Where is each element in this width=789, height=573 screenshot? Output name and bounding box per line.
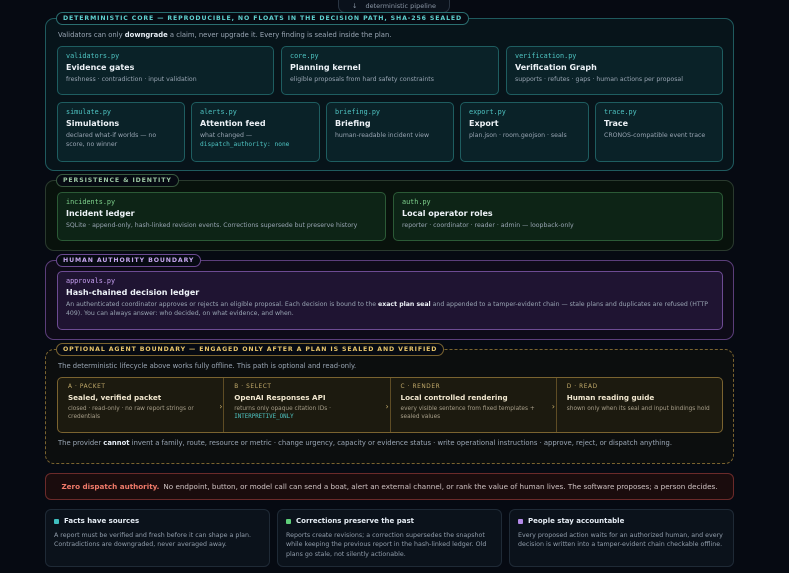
module-card-approvals: approvals.py Hash-chained decision ledge… — [57, 271, 723, 330]
provider-restrictions-note: The provider cannot invent a family, rou… — [58, 439, 672, 447]
file-name: core.py — [290, 52, 319, 60]
chevron-right-icon: › — [551, 402, 555, 411]
file-name: simulate.py — [66, 108, 112, 116]
section-label: DETERMINISTIC CORE — REPRODUCIBLE, NO FL… — [56, 12, 470, 25]
module-title: Evidence gates — [66, 63, 135, 72]
agent-boundary-section: OPTIONAL AGENT BOUNDARY — ENGAGED ONLY A… — [45, 343, 734, 464]
module-card-verification: verification.py Verification Graph suppo… — [506, 46, 723, 95]
principle-desc: Reports create revisions; a correction s… — [286, 532, 487, 558]
file-name: alerts.py — [200, 108, 237, 116]
square-bullet-icon — [286, 518, 291, 524]
module-title: Briefing — [335, 119, 371, 128]
module-desc: reporter · coordinator · reader · admin … — [402, 222, 574, 229]
square-bullet-icon — [518, 518, 523, 524]
file-name: trace.py — [604, 108, 637, 116]
module-title: Hash-chained decision ledger — [66, 288, 200, 297]
persistence-section: PERSISTENCE & IDENTITY incidents.py Inci… — [45, 174, 734, 251]
principle-title: People stay accountable — [528, 517, 625, 525]
module-card-alerts: alerts.py Attention feed what changed — d… — [191, 102, 320, 162]
module-card-auth: auth.py Local operator roles reporter · … — [393, 192, 723, 241]
module-card-core: core.py Planning kernel eligible proposa… — [281, 46, 499, 95]
section-label: PERSISTENCE & IDENTITY — [56, 174, 179, 187]
deterministic-core-section: DETERMINISTIC CORE — REPRODUCIBLE, NO FL… — [45, 12, 734, 171]
module-card-briefing: briefing.py Briefing human-readable inci… — [326, 102, 454, 162]
principle-desc: A report must be verified and fresh befo… — [54, 532, 251, 549]
module-desc: what changed — dispatch_authority: none — [200, 132, 290, 148]
step-key: A · PACKET — [68, 384, 106, 390]
section-label: HUMAN AUTHORITY BOUNDARY — [56, 254, 202, 267]
principle-title: Corrections preserve the past — [296, 517, 414, 525]
module-desc: eligible proposals from hard safety cons… — [290, 76, 434, 83]
step-title: Sealed, verified packet — [68, 393, 162, 402]
module-card-simulate: simulate.py Simulations declared what-if… — [57, 102, 185, 162]
file-name: verification.py — [515, 52, 577, 60]
module-desc: SQLite · append-only, hash-linked revisi… — [66, 222, 358, 229]
square-bullet-icon — [54, 518, 59, 524]
file-name: approvals.py — [66, 277, 116, 285]
module-desc: declared what-if worlds — no score, no w… — [66, 132, 157, 148]
agent-steps: A · PACKET Sealed, verified packet close… — [57, 377, 723, 433]
principle-title: Facts have sources — [64, 517, 140, 525]
file-name: auth.py — [402, 198, 431, 206]
module-title: Trace — [604, 119, 629, 128]
module-title: Simulations — [66, 119, 120, 128]
module-desc: plan.json · room.geojson · seals — [469, 132, 567, 139]
step-desc: shown only when its seal and input bindi… — [566, 406, 710, 412]
step-desc: returns only opaque citation IDs · INTERP… — [234, 406, 331, 421]
module-title: Planning kernel — [290, 63, 361, 72]
section-note: Validators can only downgrade a claim, n… — [58, 31, 392, 39]
step-render: › C · RENDER Local controlled rendering … — [386, 378, 556, 432]
module-desc: CRONOS-compatible event trace — [604, 132, 706, 139]
module-desc: freshness · contradiction · input valida… — [66, 76, 197, 83]
section-note: The deterministic lifecycle above works … — [58, 362, 357, 370]
module-card-trace: trace.py Trace CRONOS-compatible event t… — [595, 102, 723, 162]
module-card-export: export.py Export plan.json · room.geojso… — [460, 102, 589, 162]
banner-text: No endpoint, button, or model call can s… — [163, 482, 718, 491]
step-select: › B · SELECT OpenAI Responses API return… — [219, 378, 389, 432]
module-title: Export — [469, 119, 499, 128]
step-title: Human reading guide — [566, 393, 655, 402]
step-title: OpenAI Responses API — [234, 393, 326, 402]
module-desc: An authenticated coordinator approves or… — [66, 301, 709, 317]
step-packet: A · PACKET Sealed, verified packet close… — [58, 378, 223, 432]
step-desc: closed · read-only · no raw report strin… — [68, 406, 194, 421]
file-name: incidents.py — [66, 198, 116, 206]
file-name: briefing.py — [335, 108, 381, 116]
principle-desc: Every proposed action waits for an autho… — [518, 532, 723, 549]
pipeline-label: deterministic pipeline — [365, 2, 436, 10]
chevron-right-icon: › — [219, 402, 223, 411]
dispatch-authority-code: dispatch_authority: none — [200, 140, 290, 148]
step-key: D · READ — [566, 384, 598, 390]
principle-card-facts: Facts have sources A report must be veri… — [45, 509, 270, 567]
module-card-validators: validators.py Evidence gates freshness ·… — [57, 46, 274, 95]
step-key: C · RENDER — [400, 384, 441, 390]
module-card-incidents: incidents.py Incident ledger SQLite · ap… — [57, 192, 386, 241]
section-label: OPTIONAL AGENT BOUNDARY — ENGAGED ONLY A… — [56, 343, 445, 356]
principle-card-accountable: People stay accountable Every proposed a… — [509, 509, 734, 567]
file-name: export.py — [469, 108, 506, 116]
module-desc: human-readable incident view — [335, 132, 430, 139]
module-title: Local operator roles — [402, 209, 493, 218]
file-name: validators.py — [66, 52, 120, 60]
module-title: Incident ledger — [66, 209, 135, 218]
module-title: Verification Graph — [515, 63, 597, 72]
arrow-down-icon: ↓ — [352, 2, 358, 10]
principle-card-corrections: Corrections preserve the past Reports cr… — [277, 509, 502, 567]
chevron-right-icon: › — [385, 402, 389, 411]
step-read: › D · READ Human reading guide shown onl… — [552, 378, 722, 432]
zero-dispatch-banner: Zero dispatch authority. No endpoint, bu… — [45, 473, 734, 500]
module-desc: supports · refutes · gaps · human action… — [515, 76, 683, 83]
step-title: Local controlled rendering — [400, 393, 508, 402]
human-authority-section: HUMAN AUTHORITY BOUNDARY approvals.py Ha… — [45, 254, 734, 340]
module-title: Attention feed — [200, 119, 266, 128]
interpretive-only-code: INTERPRETIVE_ONLY — [234, 414, 294, 421]
step-desc: every visible sentence from fixed templa… — [400, 406, 535, 421]
banner-bold: Zero dispatch authority. — [61, 482, 160, 491]
step-key: B · SELECT — [234, 384, 272, 390]
